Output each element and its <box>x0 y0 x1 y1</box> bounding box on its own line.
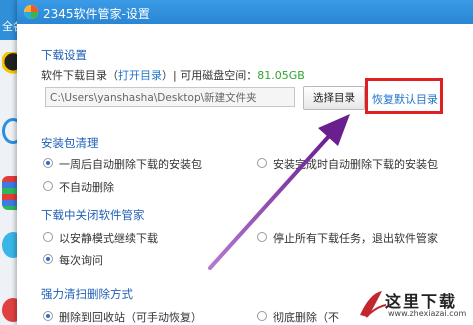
watermark-url: www.zhexiazai.com <box>388 309 467 318</box>
annotation-arrow-icon <box>208 114 350 270</box>
